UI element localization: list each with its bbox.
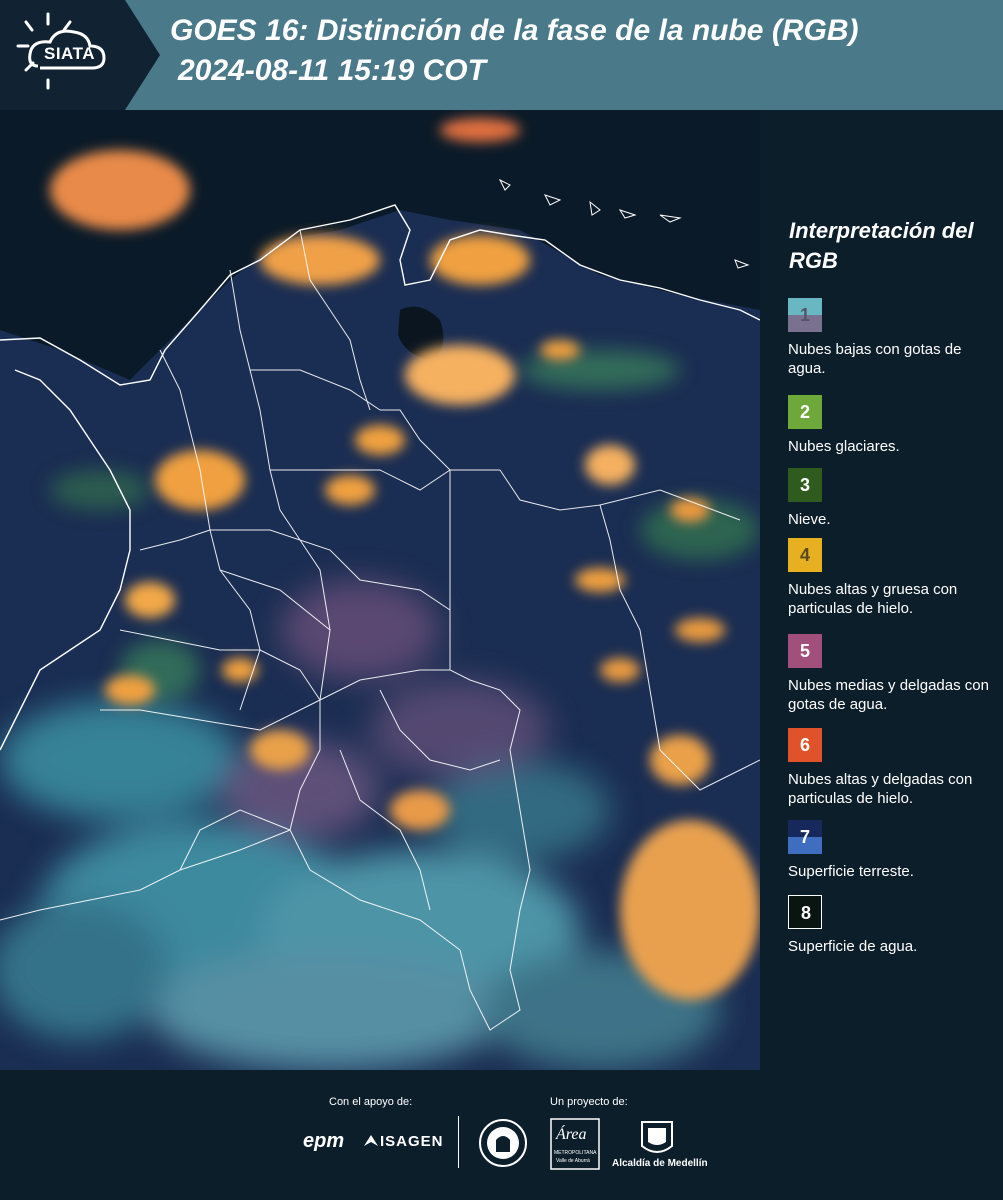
legend-swatch-8: 8 (788, 895, 822, 929)
page: SIATA GOES 16: Distinción de la fase de … (0, 0, 1003, 1200)
legend-item-8: 8 Superficie de agua. (788, 895, 993, 956)
legend-swatch-7: 7 (788, 820, 822, 854)
map-image (0, 110, 760, 1070)
footer-divider (458, 1116, 459, 1168)
legend-number-4: 4 (799, 545, 810, 565)
page-title: GOES 16: Distinción de la fase de la nub… (170, 14, 859, 47)
page-timestamp: 2024-08-11 15:19 COT (178, 54, 486, 87)
legend-desc-1: Nubes bajas con gotas de agua. (788, 341, 962, 377)
legend-desc-3: Nieve. (788, 511, 831, 528)
legend-swatch-5: 5 (788, 634, 822, 668)
legend-item-3: 3 Nieve. (788, 468, 993, 529)
legend-number-6: 6 (799, 735, 810, 755)
project-label: Un proyecto de: (550, 1096, 628, 1108)
legend-item-1: 1 Nubes bajas con gotas de agua. (788, 298, 993, 378)
siata-logo: SIATA (0, 0, 160, 110)
area-logo-text: Área (556, 1126, 587, 1143)
legend-swatch-1: 1 (788, 298, 822, 332)
logo-text: SIATA (44, 44, 95, 63)
alcaldia-text: Alcaldía de Medellín (612, 1158, 708, 1169)
legend-desc-2: Nubes glaciares. (788, 438, 900, 455)
legend-item-2: 2 Nubes glaciares. (788, 395, 993, 456)
legend-number-5: 5 (799, 641, 810, 661)
legend-item-5: 5 Nubes medias y delgadas con gotas de a… (788, 634, 993, 714)
legend: Interpretación del RGB 1 Nubes bajas con… (772, 110, 997, 1070)
legend-desc-7: Superficie terreste. (788, 863, 914, 880)
legend-swatch-3: 3 (788, 468, 822, 502)
satellite-map (0, 110, 760, 1070)
legend-item-6: 6 Nubes altas y delgadas con particulas … (788, 728, 993, 808)
legend-number-1: 1 (799, 305, 810, 325)
legend-number-3: 3 (799, 475, 810, 495)
header: SIATA GOES 16: Distinción de la fase de … (0, 0, 1003, 110)
legend-number-8: 8 (800, 903, 811, 923)
legend-swatch-4: 4 (788, 538, 822, 572)
isagen-mark-icon (364, 1135, 378, 1146)
legend-swatch-2: 2 (788, 395, 822, 429)
isagen-logo: ISAGEN (380, 1133, 444, 1150)
seal-icon (479, 1119, 527, 1167)
area-logo-sub2: Valle de Aburrá (556, 1158, 590, 1164)
support-label: Con el apoyo de: (329, 1096, 413, 1108)
legend-number-7: 7 (799, 827, 810, 847)
area-logo-sub: METROPOLITANA (554, 1150, 597, 1156)
legend-desc-8: Superficie de agua. (788, 938, 918, 955)
legend-item-4: 4 Nubes altas y gruesa con particulas de… (788, 538, 993, 618)
legend-desc-6: Nubes altas y delgadas con particulas de… (788, 771, 973, 807)
legend-number-2: 2 (799, 402, 810, 422)
legend-swatch-6: 6 (788, 728, 822, 762)
legend-desc-5: Nubes medias y delgadas con gotas de agu… (788, 677, 989, 713)
legend-item-7: 7 Superficie terreste. (788, 820, 993, 881)
legend-desc-4: Nubes altas y gruesa con particulas de h… (788, 581, 958, 617)
epm-logo: epm (303, 1130, 345, 1152)
legend-title: Interpretación del RGB (789, 218, 974, 273)
footer: Con el apoyo de: Un proyecto de: epm ISA… (0, 1070, 1003, 1200)
